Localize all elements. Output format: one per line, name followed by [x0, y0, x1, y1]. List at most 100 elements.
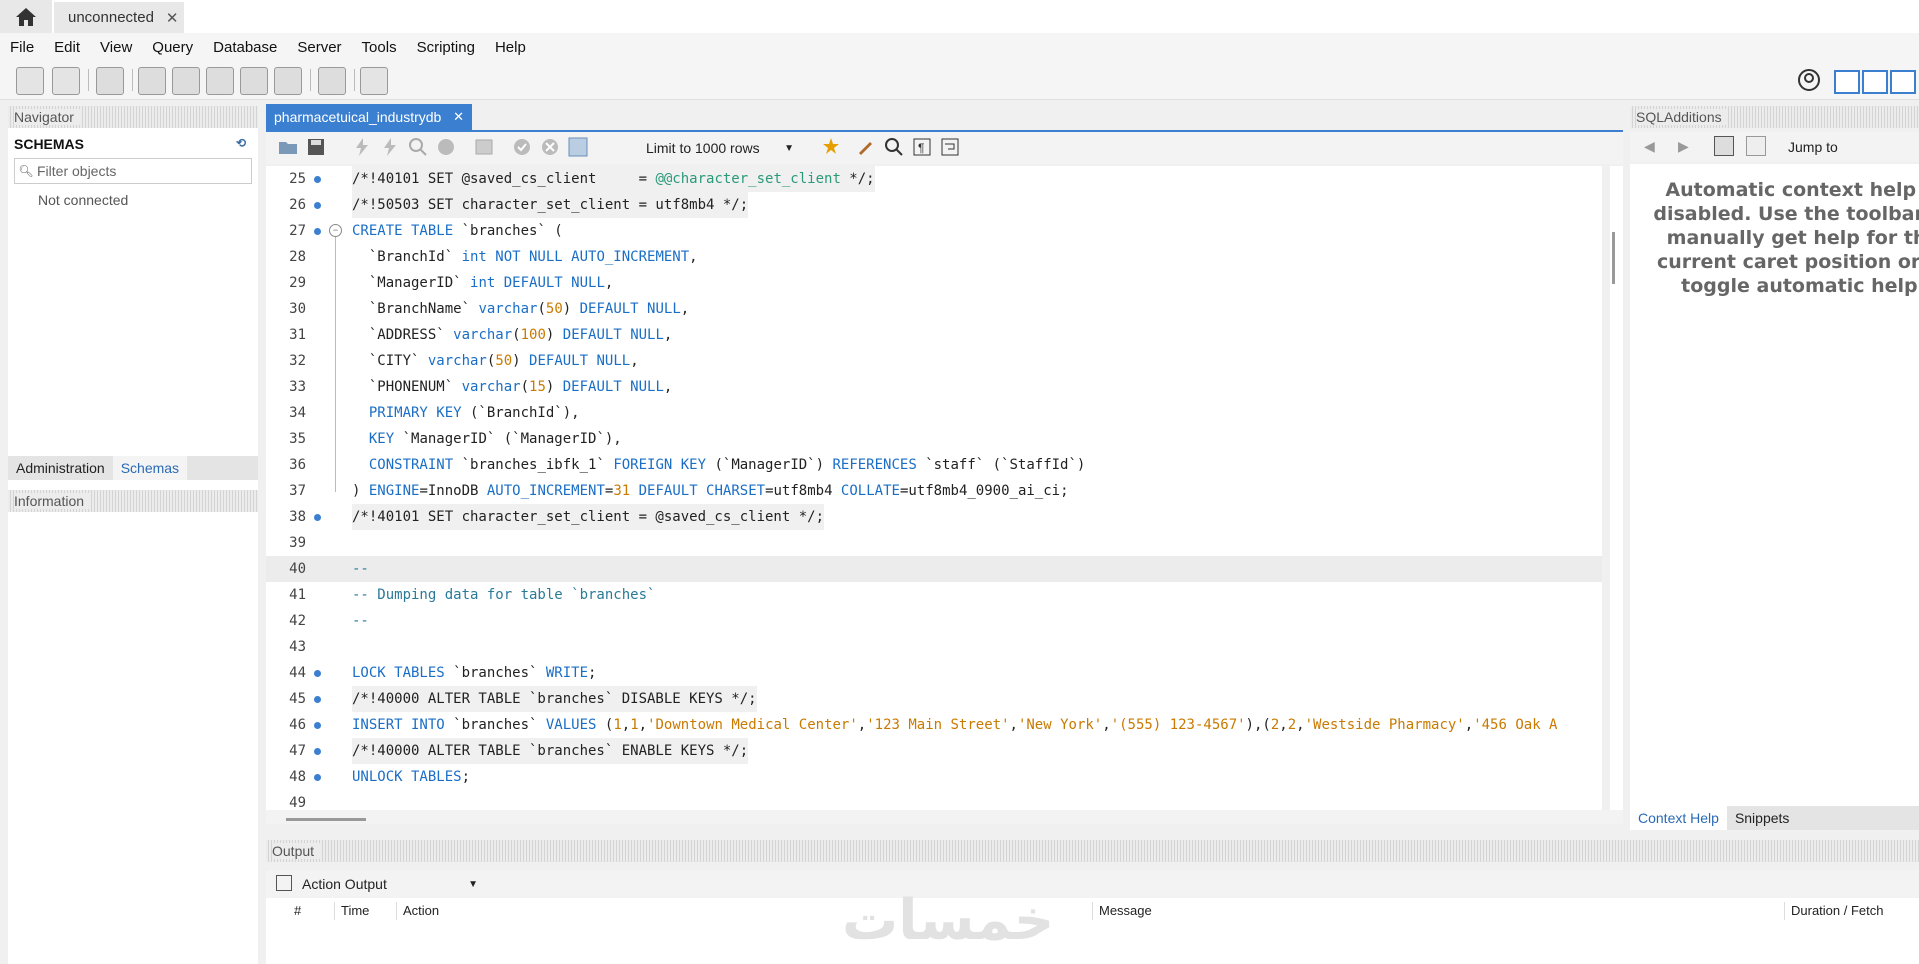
autocommit-icon[interactable] — [568, 137, 588, 157]
create-table-icon[interactable] — [172, 67, 200, 95]
editor-tab[interactable]: pharmacetuical_industrydb ✕ — [266, 104, 472, 130]
execute-icon[interactable] — [352, 137, 372, 157]
create-schema-icon[interactable] — [138, 67, 166, 95]
forward-arrow-icon[interactable]: ▶ — [1678, 138, 1689, 155]
filter-placeholder: Filter objects — [37, 163, 117, 179]
search-table-data-icon[interactable] — [318, 67, 346, 95]
toggle-sidebar-icon[interactable] — [1834, 70, 1860, 94]
new-sql-tab-icon[interactable] — [16, 67, 44, 95]
limit-rows-select[interactable]: Limit to 1000 rows ▼ — [642, 137, 798, 159]
code-line-39: 39 — [289, 535, 306, 551]
toggle-output-icon[interactable] — [1862, 70, 1888, 94]
toolbar-separator — [88, 69, 89, 91]
reconnect-icon[interactable] — [360, 67, 388, 95]
tab-snippets[interactable]: Snippets — [1727, 806, 1797, 830]
information-panel — [8, 512, 258, 964]
column-header-message[interactable]: Message — [1092, 902, 1152, 920]
column-header-action[interactable]: Action — [396, 902, 439, 920]
toggle-output-icon[interactable] — [474, 137, 494, 157]
navigator-header: Navigator — [8, 106, 258, 128]
top-tab-bar — [0, 0, 1919, 34]
code-line-33: 33 `PHONENUM` varchar(15) DEFAULT NULL, — [289, 379, 673, 395]
output-table: # Time Action Message Duration / Fetch — [266, 898, 1919, 964]
menu-edit[interactable]: Edit — [44, 39, 90, 56]
connection-tab[interactable]: unconnected ✕ — [54, 2, 184, 33]
vertical-scroll-thumb[interactable] — [1612, 232, 1615, 284]
editor-tab-label: pharmacetuical_industrydb — [274, 109, 442, 125]
statement-marker — [314, 670, 321, 677]
statement-marker — [314, 228, 321, 235]
beautify-icon[interactable] — [856, 137, 876, 157]
open-folder-icon[interactable] — [278, 137, 298, 157]
toolbar-separator — [132, 69, 133, 91]
menu-help[interactable]: Help — [485, 39, 536, 56]
add-snippet-icon[interactable] — [822, 137, 842, 157]
word-wrap-icon[interactable] — [940, 137, 960, 157]
sql-additions-tabs: Context Help Snippets — [1630, 806, 1919, 830]
column-header-number[interactable]: # — [288, 902, 301, 920]
code-line-41: 41 -- Dumping data for table `branches` — [289, 587, 656, 603]
settings-icon[interactable] — [1797, 68, 1821, 92]
execute-current-icon[interactable] — [380, 137, 400, 157]
rollback-icon[interactable] — [540, 137, 560, 157]
sql-editor[interactable]: 25/*!40101 SET @saved_cs_client = @@char… — [266, 166, 1602, 810]
tab-schemas[interactable]: Schemas — [112, 456, 188, 480]
output-type-select[interactable]: Action Output ▼ — [300, 873, 482, 895]
tab-context-help[interactable]: Context Help — [1630, 806, 1727, 830]
home-tab[interactable] — [0, 0, 52, 33]
refresh-icon[interactable]: ⟲ — [236, 136, 246, 150]
editor-toolbar: Limit to 1000 rows ▼ ¶ — [266, 132, 1623, 164]
code-line-44: 44 LOCK TABLES `branches` WRITE; — [289, 665, 597, 681]
back-arrow-icon[interactable]: ◀ — [1644, 138, 1655, 155]
statement-marker — [314, 774, 321, 781]
fold-toggle-icon[interactable]: − — [329, 224, 342, 237]
filter-objects-field[interactable]: 🔍︎ Filter objects — [14, 158, 252, 184]
menu-database[interactable]: Database — [203, 39, 287, 56]
column-header-time[interactable]: Time — [334, 902, 369, 920]
information-header: Information — [8, 490, 258, 512]
editor-horizontal-scrollbar[interactable] — [266, 810, 1623, 824]
auto-help-icon[interactable] — [1746, 136, 1766, 156]
code-line-47: 47/*!40000 ALTER TABLE `branches` ENABLE… — [266, 738, 1602, 764]
search-icon: 🔍︎ — [18, 164, 34, 178]
create-procedure-icon[interactable] — [240, 67, 268, 95]
menu-tools[interactable]: Tools — [352, 39, 407, 56]
watermark-logo: خمسات — [842, 888, 1055, 953]
copy-icon[interactable] — [276, 875, 292, 891]
output-header: Output — [266, 840, 1919, 862]
manual-help-icon[interactable] — [1714, 136, 1734, 156]
code-line-36: 36 CONSTRAINT `branches_ibfk_1` FOREIGN … — [289, 457, 1086, 473]
close-editor-tab-icon[interactable]: ✕ — [453, 109, 464, 125]
create-view-icon[interactable] — [206, 67, 234, 95]
tab-administration[interactable]: Administration — [8, 456, 113, 480]
toggle-secondary-sidebar-icon[interactable] — [1890, 70, 1916, 94]
code-line-42: 42 -- — [289, 613, 369, 629]
open-sql-script-icon[interactable] — [52, 67, 80, 95]
code-line-29: 29 `ManagerID` int DEFAULT NULL, — [289, 275, 614, 291]
statement-marker — [314, 696, 321, 703]
create-function-icon[interactable] — [274, 67, 302, 95]
code-line-31: 31 `ADDRESS` varchar(100) DEFAULT NULL, — [289, 327, 673, 343]
schema-inspector-icon[interactable] — [96, 67, 124, 95]
menu-scripting[interactable]: Scripting — [407, 39, 485, 56]
column-header-duration[interactable]: Duration / Fetch — [1784, 902, 1884, 920]
menu-server[interactable]: Server — [287, 39, 351, 56]
menu-file[interactable]: File — [0, 39, 44, 56]
invisible-chars-icon[interactable]: ¶ — [912, 137, 932, 157]
save-icon[interactable] — [306, 137, 326, 157]
menu-view[interactable]: View — [90, 39, 142, 56]
output-toolbar: Action Output ▼ — [266, 870, 1919, 898]
explain-icon[interactable] — [408, 137, 428, 157]
commit-icon[interactable] — [512, 137, 532, 157]
stop-icon[interactable] — [436, 137, 456, 157]
code-line-48: 48 UNLOCK TABLES; — [289, 769, 471, 785]
find-icon[interactable] — [884, 137, 904, 157]
jump-to-select[interactable]: Jump to — [1788, 139, 1838, 155]
menu-query[interactable]: Query — [142, 39, 203, 56]
code-line-30: 30 `BranchName` varchar(50) DEFAULT NULL… — [289, 301, 690, 317]
context-help-text: Automatic context help is disabled. Use … — [1653, 179, 1919, 297]
close-tab-icon[interactable]: ✕ — [166, 9, 179, 27]
toolbar-separator — [354, 69, 355, 91]
horizontal-scroll-thumb[interactable] — [286, 818, 366, 821]
code-line-43: 43 — [289, 639, 306, 655]
